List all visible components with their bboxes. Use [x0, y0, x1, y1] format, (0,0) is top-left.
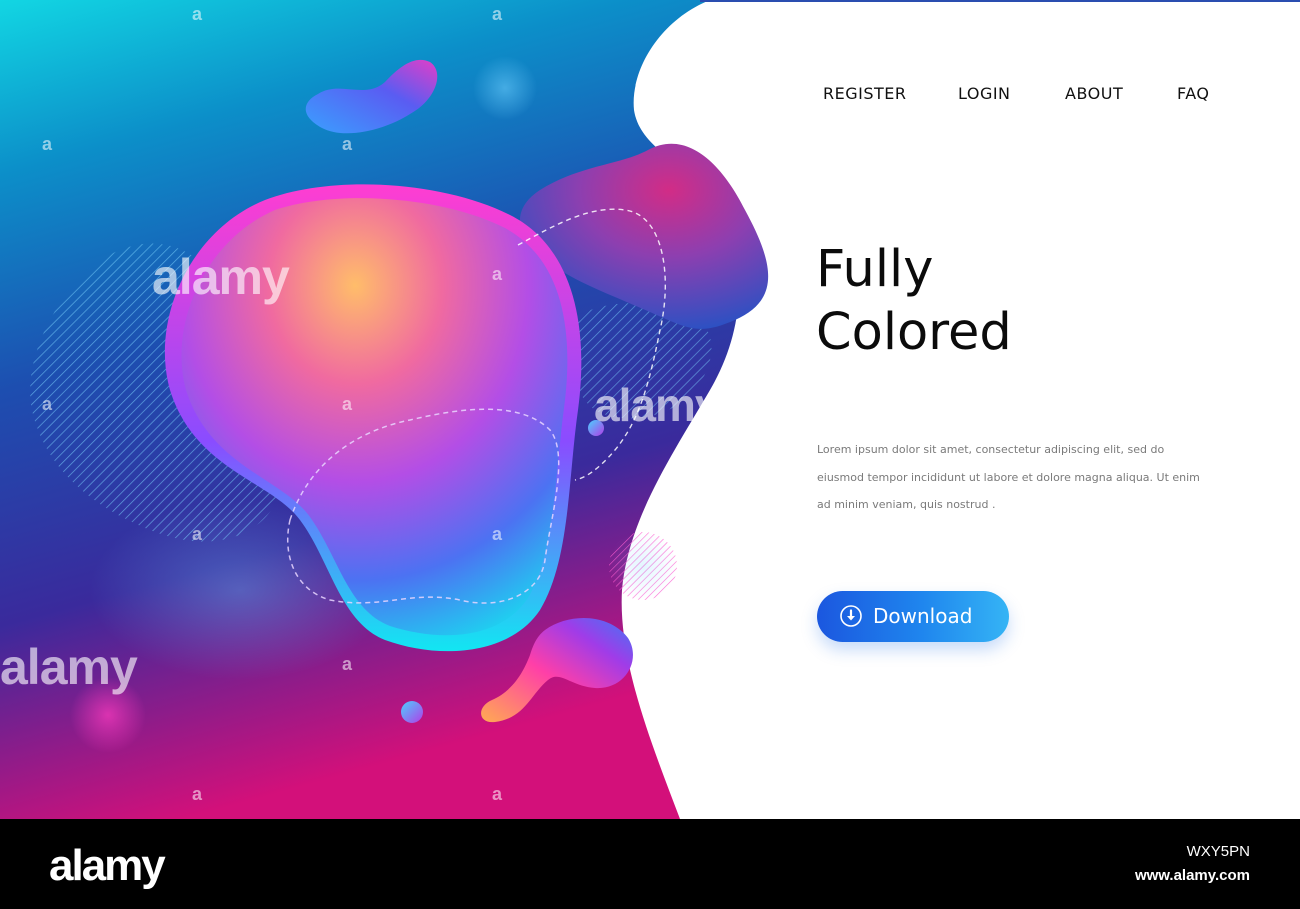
watermark-letter: a	[492, 784, 503, 804]
watermark-letter: a	[192, 4, 203, 24]
nav-faq-link[interactable]: FAQ	[1177, 84, 1210, 103]
watermark-letter: a	[492, 524, 503, 544]
hero-title-line-2: Colored	[816, 303, 1012, 362]
watermark-letter: a	[192, 524, 203, 544]
small-ball	[401, 701, 423, 723]
glow-top	[473, 56, 537, 120]
watermark-letter: a	[42, 394, 53, 414]
watermark-letter: a	[342, 134, 353, 154]
download-button[interactable]: Download	[817, 591, 1009, 642]
download-button-label: Download	[873, 604, 973, 628]
watermark-text: alamy	[152, 249, 290, 305]
watermark-letter: a	[192, 784, 203, 804]
watermark-footer-bar: alamy WXY5PN www.alamy.com	[0, 819, 1300, 909]
download-arrow-icon	[840, 605, 862, 627]
top-nav: REGISTER LOGIN ABOUT FAQ	[823, 84, 1223, 108]
watermark-letter: a	[342, 394, 353, 414]
hero-title: Fully Colored	[816, 238, 1236, 364]
top-edge-line	[700, 0, 1300, 2]
hero-description: Lorem ipsum dolor sit amet, consectetur …	[817, 443, 1200, 511]
footer-image-id: WXY5PN	[1186, 843, 1250, 860]
hero-title-line-1: Fully	[816, 240, 934, 299]
watermark-letter: a	[492, 4, 503, 24]
watermark-letter: a	[42, 134, 53, 154]
watermark-text: alamy	[594, 379, 720, 431]
footer-url: www.alamy.com	[1134, 867, 1250, 884]
landing-page: alamy alamy alamy a a a a a a a a a a a …	[0, 0, 1300, 819]
watermark-text: alamy	[0, 639, 138, 695]
hatched-circle-inner	[609, 532, 677, 600]
watermark-letter: a	[492, 264, 503, 284]
nav-register-link[interactable]: REGISTER	[823, 84, 907, 103]
nav-login-link[interactable]: LOGIN	[958, 84, 1011, 103]
nav-about-link[interactable]: ABOUT	[1065, 84, 1123, 103]
footer-logo: alamy	[49, 841, 166, 890]
watermark-letter: a	[342, 654, 353, 674]
